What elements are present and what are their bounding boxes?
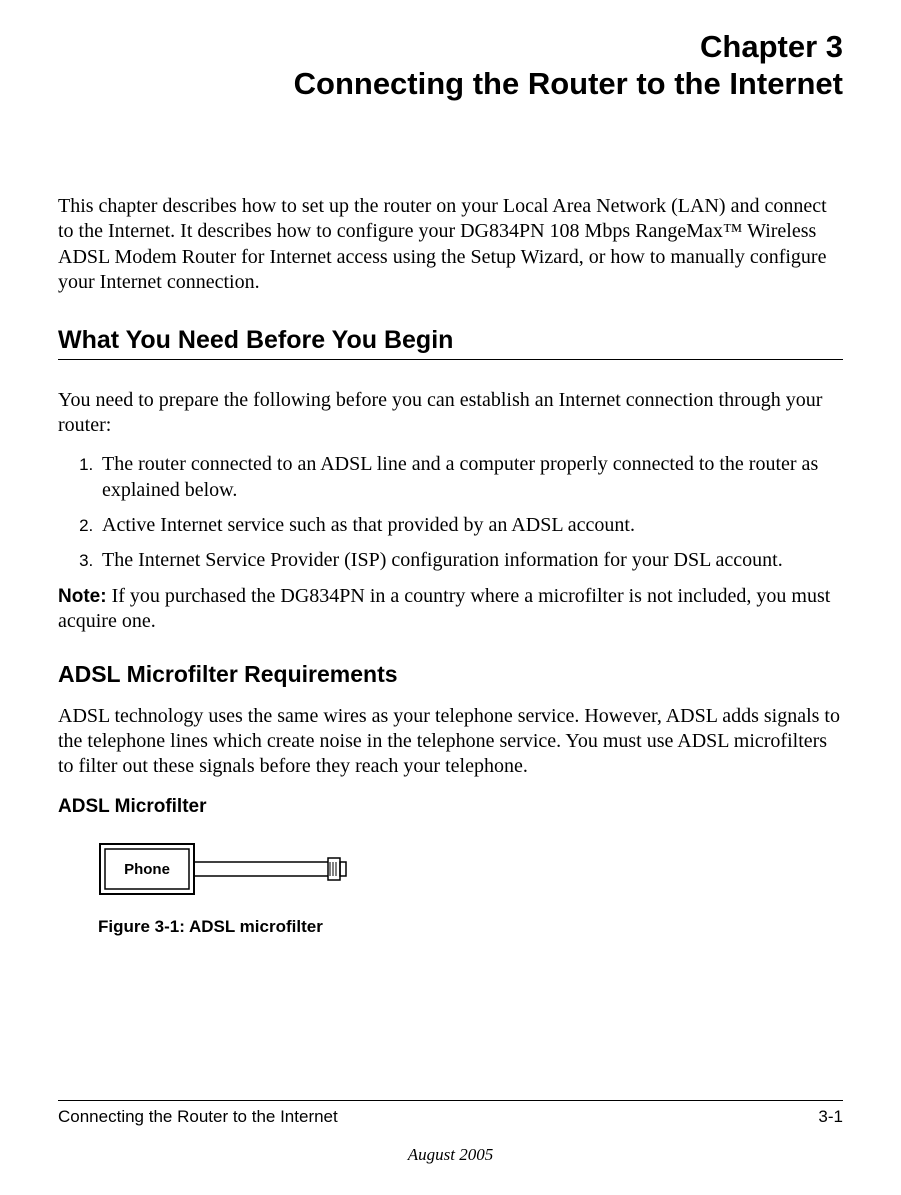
footer-right: 3-1: [818, 1107, 843, 1127]
begin-list: The router connected to an ADSL line and…: [58, 452, 843, 574]
intro-paragraph: This chapter describes how to set up the…: [58, 194, 843, 296]
note-label: Note:: [58, 586, 107, 607]
footer-date: August 2005: [58, 1145, 843, 1165]
microfilter-intro: ADSL technology uses the same wires as y…: [58, 704, 843, 780]
list-item: The Internet Service Provider (ISP) conf…: [98, 548, 843, 573]
begin-intro: You need to prepare the following before…: [58, 388, 843, 439]
subsub-heading-microfilter: ADSL Microfilter: [58, 796, 843, 818]
page-content: Chapter 3 Connecting the Router to the I…: [0, 0, 901, 1195]
chapter-title: Connecting the Router to the Internet: [58, 65, 843, 104]
microfilter-icon: Phone: [98, 842, 358, 898]
footer-line: Connecting the Router to the Internet 3-…: [58, 1100, 843, 1127]
phone-label: Phone: [124, 861, 170, 878]
chapter-label: Chapter 3: [58, 28, 843, 65]
figure-caption: Figure 3-1: ADSL microfilter: [98, 917, 843, 937]
list-item: Active Internet service such as that pro…: [98, 513, 843, 538]
note-text: If you purchased the DG834PN in a countr…: [58, 585, 830, 632]
list-item: The router connected to an ADSL line and…: [98, 452, 843, 503]
page-footer: Connecting the Router to the Internet 3-…: [58, 1100, 843, 1165]
figure-adsl-microfilter: Phone Figure 3-1: ADSL microfilter: [98, 842, 843, 937]
footer-left: Connecting the Router to the Internet: [58, 1107, 338, 1127]
subsection-heading-microfilter: ADSL Microfilter Requirements: [58, 661, 843, 688]
note-paragraph: Note: If you purchased the DG834PN in a …: [58, 584, 843, 635]
section-heading-begin: What You Need Before You Begin: [58, 326, 843, 360]
